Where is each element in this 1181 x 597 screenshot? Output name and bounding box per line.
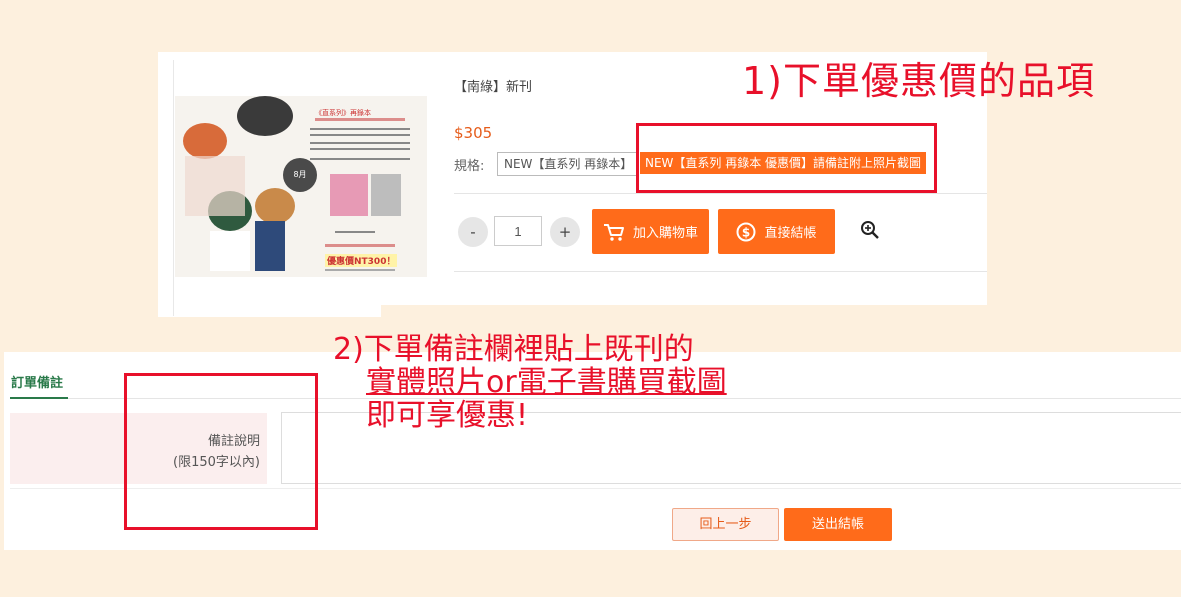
annotation-step-2-line2-wrap: 實體照片or電子書購買截圖 [333,366,727,399]
checkout-button[interactable]: $ 直接結帳 [718,209,835,254]
spec-label: 規格: [454,159,485,174]
zoom-in-icon[interactable] [860,220,880,240]
poster-price: 優惠價NT300！ [325,254,398,267]
product-panel-strip [158,293,381,317]
divider [454,271,987,272]
add-to-cart-label: 加入購物車 [632,226,698,241]
highlight-box-notes [124,373,318,530]
annotation-step-2: 2)下單備註欄裡貼上既刊的 實體照片or電子書購買截圖 即可享優惠! [333,333,727,432]
tab-active-indicator [10,397,68,399]
quantity-decrement-button[interactable]: - [458,217,488,247]
spec-option-regular[interactable]: NEW【直系列 再錄本】 [497,152,640,176]
quantity-input[interactable] [494,216,542,246]
highlight-box-discount-option [636,123,937,193]
add-to-cart-button[interactable]: 加入購物車 [592,209,709,254]
submit-checkout-button[interactable]: 送出結帳 [784,508,892,541]
cart-icon [603,223,624,241]
poster-date-badge: 8月 [283,158,317,192]
poster-title: 《直系列》再錄本 [315,109,371,117]
checkout-label: 直接結帳 [764,226,817,241]
coin-icon: $ [736,222,756,241]
divider [454,193,987,194]
product-image[interactable]: 《直系列》再錄本 8月 優惠價NT300！ [175,96,427,277]
annotation-step-1: 1)下單優惠價的品項 [742,59,1096,103]
tab-order-notes[interactable]: 訂單備註 [11,372,63,391]
back-button[interactable]: 回上一步 [672,508,779,541]
annotation-step-2-line1: 2)下單備註欄裡貼上既刊的 [333,332,694,367]
annotation-step-2-line2: 實體照片or電子書購買截圖 [366,365,727,400]
annotation-step-2-line3: 即可享優惠! [366,398,529,433]
quantity-increment-button[interactable]: + [550,217,580,247]
svg-text:$: $ [742,225,750,239]
product-price: $305 [454,124,493,142]
product-divider [173,60,174,316]
product-name: 【南綠】新刊 [454,80,533,95]
